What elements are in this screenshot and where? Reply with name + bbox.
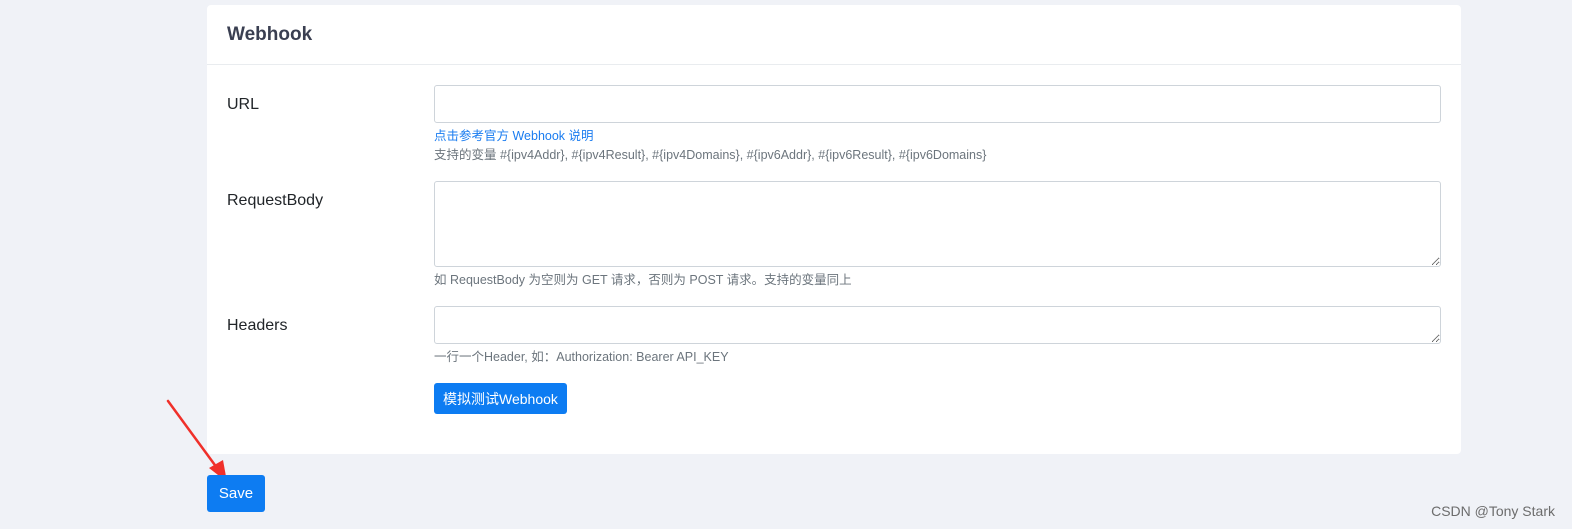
request-body-control: 如 RequestBody 为空则为 GET 请求，否则为 POST 请求。支持… [434,181,1441,290]
url-control: 点击参考官方 Webhook 说明 支持的变量 #{ipv4Addr}, #{i… [434,85,1441,165]
url-help-text: 支持的变量 #{ipv4Addr}, #{ipv4Result}, #{ipv4… [434,148,987,162]
card-header: Webhook [207,5,1461,65]
test-webhook-button[interactable]: 模拟测试Webhook [434,383,567,414]
webhook-card: Webhook URL 点击参考官方 Webhook 说明 支持的变量 #{ip… [207,5,1461,454]
webhook-docs-link[interactable]: 点击参考官方 Webhook 说明 [434,127,594,146]
request-body-help-text: 如 RequestBody 为空则为 GET 请求，否则为 POST 请求。支持… [434,273,852,287]
headers-help-text: 一行一个Header, 如：Authorization: Bearer API_… [434,350,729,364]
card-title: Webhook [227,23,313,45]
url-label: URL [227,96,260,113]
headers-control: 一行一个Header, 如：Authorization: Bearer API_… [434,306,1441,367]
watermark: CSDN @Tony Stark [1431,503,1555,519]
request-body-label: RequestBody [227,192,324,209]
request-body-textarea[interactable] [434,181,1441,267]
url-input[interactable] [434,85,1441,123]
headers-label: Headers [227,317,288,334]
save-button[interactable]: Save [207,475,265,512]
headers-textarea[interactable] [434,306,1441,344]
annotation-arrow-icon [166,399,227,482]
